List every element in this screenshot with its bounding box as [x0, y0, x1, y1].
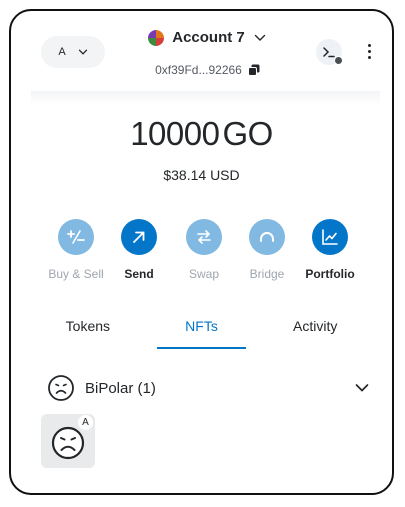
copy-icon[interactable] [247, 64, 260, 76]
portfolio-button[interactable]: Portfolio [295, 219, 365, 281]
status-dot [334, 56, 343, 65]
address-copy[interactable]: 0xf39Fd...92266 [11, 63, 392, 77]
network-letter: A [58, 46, 66, 58]
balance-ticker: GO [222, 115, 273, 152]
chevron-down-icon[interactable] [354, 380, 370, 396]
fiat-balance: $38.14 USD [163, 167, 240, 183]
account-name: Account 7 [172, 29, 245, 46]
portfolio-label: Portfolio [305, 267, 355, 281]
more-options-icon[interactable] [363, 41, 375, 61]
tab-nfts[interactable]: NFTs [145, 313, 259, 349]
account-avatar-icon [148, 29, 165, 46]
swap-arrows-icon [186, 219, 222, 255]
account-address: 0xf39Fd...92266 [155, 63, 242, 77]
send-label: Send [124, 267, 154, 281]
chevron-down-icon [78, 49, 87, 55]
swap-button[interactable]: Swap [169, 219, 239, 281]
header-divider [31, 91, 380, 105]
buy-sell-label: Buy & Sell [48, 267, 104, 281]
asset-tabs: Tokens NFTs Activity [31, 313, 372, 349]
tab-tokens[interactable]: Tokens [31, 313, 145, 349]
bridge-label: Bridge [249, 267, 285, 281]
sad-face-icon [48, 375, 74, 401]
wallet-popup: A Account 7 0xf39Fd...92266 10000GO $38.… [9, 9, 394, 495]
chevron-down-icon [254, 34, 265, 41]
nft-item[interactable]: A [41, 414, 95, 468]
buy-sell-button[interactable]: Buy & Sell [41, 219, 111, 281]
nft-collection-header[interactable]: BiPolar (1) [47, 373, 370, 403]
bridge-button[interactable]: Bridge [232, 219, 302, 281]
plus-minus-icon [58, 219, 94, 255]
snaps-button[interactable] [316, 39, 343, 65]
balance-amount: 10000 [130, 115, 220, 152]
bridge-icon [249, 219, 285, 255]
chart-line-icon [312, 219, 348, 255]
action-bar: Buy & Sell Send Swap Bridge Portfolio [41, 219, 361, 289]
swap-label: Swap [188, 267, 220, 281]
tab-activity[interactable]: Activity [258, 313, 372, 349]
token-balance: 10000GO [11, 115, 392, 153]
collection-name: BiPolar (1) [85, 379, 156, 397]
nft-network-badge: A [78, 415, 93, 430]
arrow-up-right-icon [121, 219, 157, 255]
send-button[interactable]: Send [104, 219, 174, 281]
